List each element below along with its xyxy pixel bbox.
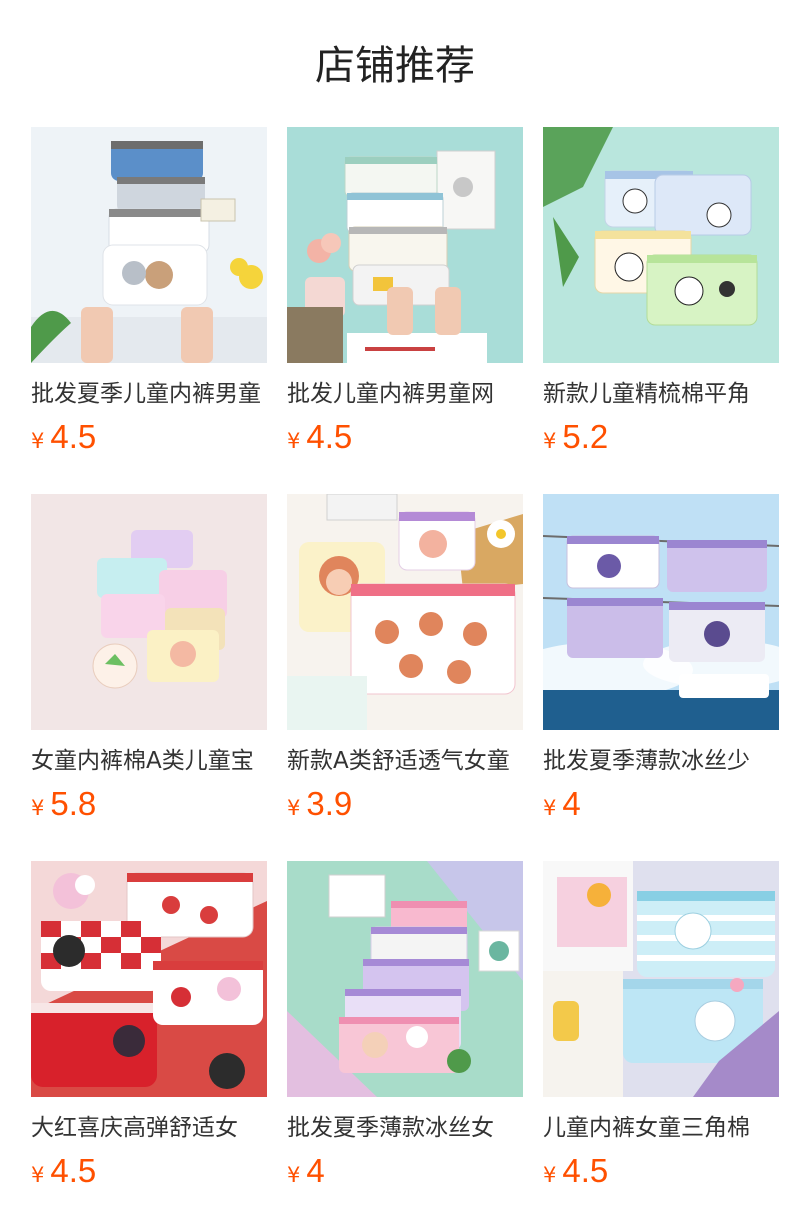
currency-symbol: ¥: [31, 796, 45, 820]
product-name[interactable]: 批发儿童内裤男童网: [287, 377, 523, 411]
product-name[interactable]: 女童内裤棉A类儿童宝: [31, 744, 267, 778]
product-price: ¥4.5: [31, 1151, 267, 1191]
product-image[interactable]: [287, 494, 523, 730]
page-title: 店铺推荐: [315, 43, 475, 89]
product-name[interactable]: 大红喜庆高弹舒适女: [31, 1111, 267, 1145]
product-price: ¥3.9: [287, 784, 523, 824]
currency-symbol: ¥: [287, 429, 301, 453]
currency-symbol: ¥: [31, 429, 45, 453]
product-image[interactable]: [543, 861, 779, 1097]
product-card[interactable]: 批发夏季儿童内裤男童 ¥4.5: [31, 127, 267, 457]
product-name[interactable]: 批发夏季薄款冰丝女: [287, 1111, 523, 1145]
boys-mesh-underwear-photo: [287, 127, 523, 363]
product-card[interactable]: 批发夏季薄款冰丝少 ¥4: [543, 494, 779, 824]
product-price: ¥4: [543, 784, 779, 824]
price-amount: 4.5: [562, 1152, 609, 1189]
product-card[interactable]: 新款儿童精梳棉平角 ¥5.2: [543, 127, 779, 457]
product-card[interactable]: 批发夏季薄款冰丝女 ¥4: [287, 861, 523, 1191]
currency-symbol: ¥: [287, 1163, 301, 1187]
product-price: ¥4.5: [31, 417, 267, 457]
product-card[interactable]: 大红喜庆高弹舒适女 ¥4.5: [31, 861, 267, 1191]
price-amount: 4.5: [50, 418, 97, 455]
product-name[interactable]: 新款儿童精梳棉平角: [543, 377, 779, 411]
girls-character-underwear-photo: [287, 494, 523, 730]
product-name[interactable]: 新款A类舒适透气女童: [287, 744, 523, 778]
panda-boxer-briefs-photo: [543, 127, 779, 363]
product-name[interactable]: 批发夏季薄款冰丝少: [543, 744, 779, 778]
product-name[interactable]: 批发夏季儿童内裤男童: [31, 377, 267, 411]
price-amount: 4: [562, 785, 581, 822]
product-card[interactable]: 儿童内裤女童三角棉 ¥4.5: [543, 861, 779, 1191]
price-amount: 5.8: [50, 785, 97, 822]
product-name[interactable]: 儿童内裤女童三角棉: [543, 1111, 779, 1145]
product-price: ¥4: [287, 1151, 523, 1191]
product-image[interactable]: [31, 494, 267, 730]
price-amount: 3.9: [306, 785, 353, 822]
product-image[interactable]: [543, 127, 779, 363]
product-card[interactable]: 批发儿童内裤男童网 ¥4.5: [287, 127, 523, 457]
girls-cotton-briefs-photo: [543, 861, 779, 1097]
product-image[interactable]: [543, 494, 779, 730]
boys-boxer-briefs-photo: [31, 127, 267, 363]
price-amount: 4.5: [50, 1152, 97, 1189]
product-price: ¥5.8: [31, 784, 267, 824]
currency-symbol: ¥: [287, 796, 301, 820]
currency-symbol: ¥: [543, 429, 557, 453]
product-card[interactable]: 新款A类舒适透气女童 ¥3.9: [287, 494, 523, 824]
girls-pastel-underwear-photo: [31, 494, 267, 730]
product-image[interactable]: [287, 127, 523, 363]
product-price: ¥4.5: [543, 1151, 779, 1191]
product-image[interactable]: [287, 861, 523, 1097]
currency-symbol: ¥: [543, 796, 557, 820]
currency-symbol: ¥: [31, 1163, 45, 1187]
red-festive-briefs-photo: [31, 861, 267, 1097]
product-image[interactable]: [31, 861, 267, 1097]
currency-symbol: ¥: [543, 1163, 557, 1187]
ice-silk-boxer-photo: [543, 494, 779, 730]
girls-ice-silk-boxer-photo: [287, 861, 523, 1097]
price-amount: 5.2: [562, 418, 609, 455]
product-price: ¥4.5: [287, 417, 523, 457]
product-price: ¥5.2: [543, 417, 779, 457]
price-amount: 4.5: [306, 418, 353, 455]
product-image[interactable]: [31, 127, 267, 363]
price-amount: 4: [306, 1152, 325, 1189]
product-card[interactable]: 女童内裤棉A类儿童宝 ¥5.8: [31, 494, 267, 824]
